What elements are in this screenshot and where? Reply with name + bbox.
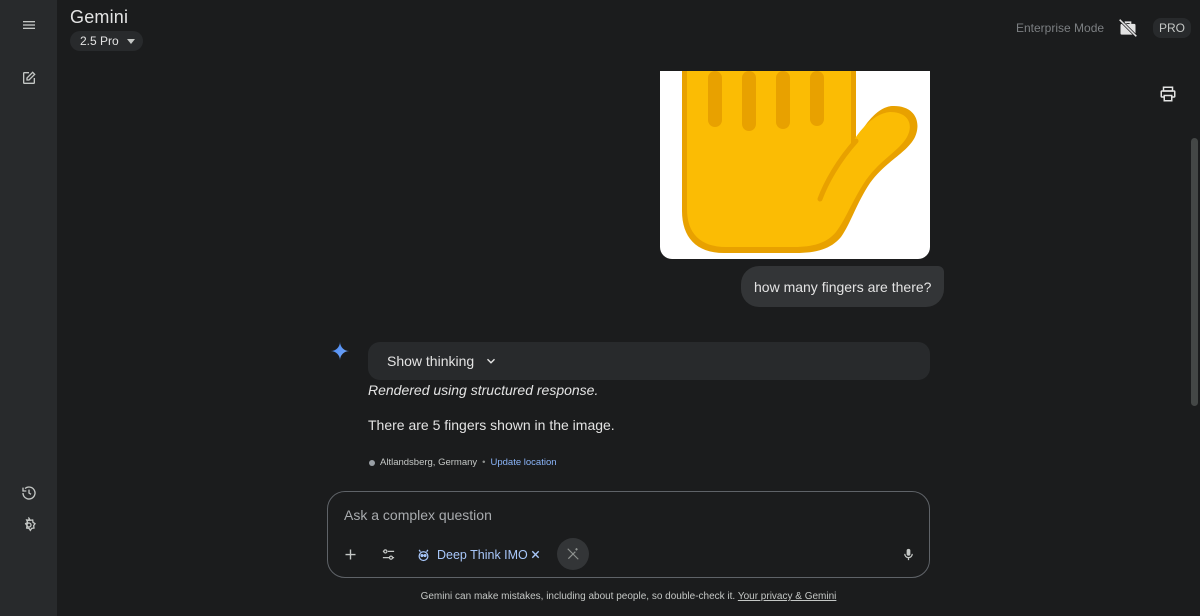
tools-button[interactable] [373, 539, 403, 569]
plus-icon [345, 549, 355, 559]
user-message-bubble: how many fingers are there? [741, 266, 945, 307]
settings-button[interactable] [12, 508, 46, 542]
model-selector[interactable]: 2.5 Pro [70, 31, 143, 51]
menu-button[interactable] [12, 8, 46, 42]
gemini-sparkle-icon [330, 341, 350, 361]
app-title: Gemini [70, 7, 129, 27]
chevron-down-icon [487, 358, 496, 364]
new-chat-button[interactable] [12, 61, 46, 95]
location-dot-icon [369, 459, 375, 466]
response-text: There are 5 fingers shown in the image. [368, 417, 615, 433]
history-button[interactable] [12, 476, 46, 510]
pro-badge[interactable]: PRO [1153, 18, 1192, 38]
location-info: Altlandsberg, Germany • Update location [369, 457, 557, 468]
prompt-input[interactable] [344, 505, 864, 525]
tune-icon [382, 548, 394, 560]
deep-think-chip[interactable]: Deep Think IMO [416, 544, 528, 566]
briefcase-off-icon[interactable] [1118, 18, 1138, 38]
raised-hand-image [682, 71, 918, 253]
uploaded-image[interactable] [660, 71, 930, 259]
show-thinking-label: Show thinking [387, 353, 475, 369]
privacy-link[interactable]: Your privacy & Gemini [738, 591, 837, 602]
history-icon [22, 486, 36, 500]
location-name: Altlandsberg, Germany [380, 457, 478, 468]
model-label: 2.5 Pro [80, 34, 119, 48]
remove-deep-think-button[interactable] [527, 546, 543, 562]
add-attachment-button[interactable] [335, 539, 365, 569]
close-icon [531, 550, 539, 558]
new-chat-icon [23, 71, 36, 84]
enterprise-mode-label: Enterprise Mode [1016, 21, 1105, 35]
magic-wand-button[interactable] [557, 538, 589, 570]
location-separator: • [482, 457, 486, 468]
footer-disclaimer: Gemini can make mistakes, including abou… [0, 591, 1200, 602]
microphone-icon [903, 548, 913, 560]
update-location-link[interactable]: Update location [491, 457, 557, 468]
microphone-button[interactable] [893, 539, 923, 569]
structured-response-note: Rendered using structured response. [368, 382, 599, 398]
side-rail [0, 0, 57, 616]
scrollbar-thumb[interactable] [1191, 138, 1198, 406]
disclaimer-text: Gemini can make mistakes, including abou… [420, 591, 736, 602]
print-icon[interactable] [1159, 85, 1177, 103]
settings-icon [24, 517, 36, 532]
magic-wand-off-icon [567, 548, 579, 560]
show-thinking-toggle[interactable]: Show thinking [368, 342, 930, 380]
caret-down-icon [126, 38, 135, 44]
deep-think-icon [418, 549, 429, 561]
user-message-text: how many fingers are there? [754, 278, 932, 295]
prompt-composer: Deep Think IMO [327, 491, 930, 578]
deep-think-label: Deep Think IMO [437, 548, 528, 562]
menu-icon [23, 21, 35, 29]
